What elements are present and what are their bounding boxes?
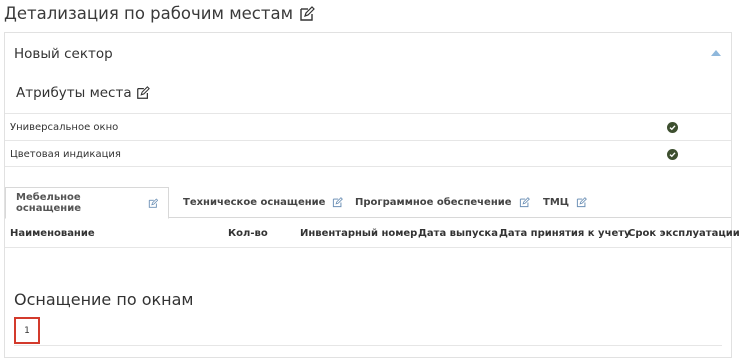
column-header[interactable]: Кол-во — [228, 228, 268, 239]
windows-section-title: Оснащение по окнам — [14, 290, 194, 309]
equipment-tabs: Мебельное оснащение Техническое оснащени… — [5, 187, 731, 219]
attributes-title: Атрибуты места — [16, 85, 150, 101]
edit-icon[interactable] — [299, 5, 315, 22]
edit-icon[interactable] — [148, 197, 158, 209]
attributes-title-text: Атрибуты места — [16, 85, 132, 101]
attribute-label: Универсальное окно — [10, 122, 119, 133]
tab-label: Техническое оснащение — [183, 197, 326, 208]
edit-icon[interactable] — [576, 197, 587, 208]
sector-title: Новый сектор — [14, 46, 113, 62]
tab-inventory[interactable]: ТМЦ — [533, 187, 597, 218]
attribute-row: Универсальное окно — [5, 113, 731, 140]
edit-icon[interactable] — [136, 86, 150, 100]
tab-furniture[interactable]: Мебельное оснащение — [5, 187, 169, 219]
column-header[interactable]: Дата принятия к учету — [499, 228, 631, 239]
page-title: Детализация по рабочим местам — [4, 4, 315, 23]
table-header: Наименование Кол-во Инвентарный номер Да… — [5, 219, 740, 248]
column-header[interactable]: Инвентарный номер — [300, 228, 417, 239]
column-header[interactable]: Срок эксплуатации — [628, 228, 740, 239]
window-item[interactable]: 1 — [14, 317, 40, 344]
divider — [14, 345, 722, 346]
tab-label: Программное обеспечение — [355, 197, 512, 208]
workplace-panel: Новый сектор Атрибуты места Универсально… — [4, 32, 740, 358]
check-circle-icon — [667, 122, 678, 133]
column-header[interactable]: Дата выпуска — [418, 228, 498, 239]
column-header[interactable]: Наименование — [10, 228, 95, 239]
edit-icon[interactable] — [332, 197, 344, 208]
tab-label: Мебельное оснащение — [16, 192, 81, 214]
tab-technical[interactable]: Техническое оснащение — [173, 187, 353, 218]
attribute-row: Цветовая индикация — [5, 140, 731, 167]
tab-label: ТМЦ — [543, 197, 570, 208]
edit-icon[interactable] — [519, 197, 530, 208]
attribute-label: Цветовая индикация — [10, 149, 121, 160]
tab-software[interactable]: Программное обеспечение — [345, 187, 540, 218]
check-circle-icon — [667, 149, 678, 160]
chevron-up-icon[interactable] — [711, 50, 721, 56]
page-title-text: Детализация по рабочим местам — [4, 4, 294, 23]
